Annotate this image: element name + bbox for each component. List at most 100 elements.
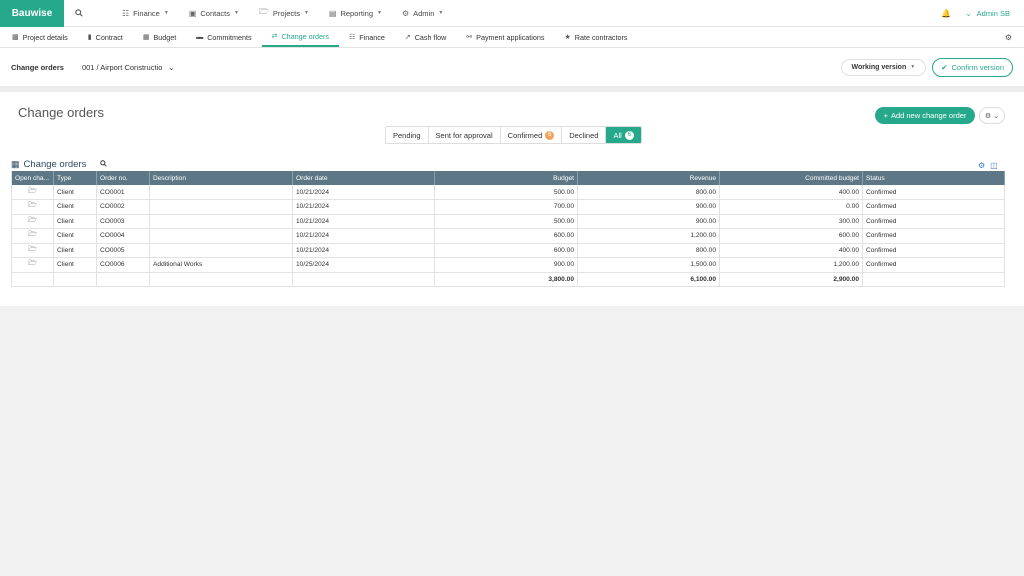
col-description[interactable]: Description bbox=[149, 171, 293, 185]
tab-label: Project details bbox=[22, 32, 68, 42]
open-folder-icon[interactable]: 🗁 bbox=[11, 257, 54, 273]
open-folder-icon[interactable]: 🗁 bbox=[11, 228, 54, 244]
book-icon: ☷ bbox=[349, 34, 356, 41]
col-revenue[interactable]: Revenue bbox=[577, 171, 720, 185]
caret-down-icon: ▼ bbox=[233, 10, 239, 16]
add-button-label: Add new change order bbox=[890, 111, 967, 120]
cell-type: Client bbox=[53, 214, 97, 229]
count-badge: 6 bbox=[545, 130, 555, 140]
filter-declined[interactable]: Declined bbox=[562, 127, 607, 143]
tab-label: Payment applications bbox=[476, 32, 545, 42]
settings-gear-icon[interactable]: ⚙ bbox=[993, 27, 1024, 47]
chevron-down-icon: ⌄ bbox=[168, 62, 175, 72]
user-menu[interactable]: ⌄ Admin SB bbox=[965, 9, 1010, 18]
tab-cash-flow[interactable]: ↗ Cash flow bbox=[395, 27, 456, 47]
total-revenue: 6,100.00 bbox=[577, 271, 720, 287]
empty-cell bbox=[862, 271, 1005, 287]
tab-rate-contractors[interactable]: ★ Rate contractors bbox=[555, 27, 638, 47]
inbox-icon: ▬ bbox=[196, 33, 204, 41]
cell-status: Confirmed bbox=[862, 185, 1005, 200]
filter-all[interactable]: All 6 bbox=[606, 127, 641, 143]
brand-logo[interactable]: Bauwise bbox=[0, 0, 64, 27]
cell-revenue: 1,500.00 bbox=[577, 257, 720, 273]
tab-payment-applications[interactable]: ⚯ Payment applications bbox=[456, 27, 554, 47]
tab-label: Change orders bbox=[281, 31, 329, 41]
search-icon[interactable] bbox=[100, 160, 108, 169]
confirm-label: Confirm version bbox=[951, 62, 1004, 72]
change-orders-table: Open cha... Type Order no. Description O… bbox=[11, 171, 1005, 287]
table-row[interactable]: 🗁 Client CO0002 10/21/2024 700.00 900.00… bbox=[11, 199, 1005, 215]
nav-contacts[interactable]: ▣ Contacts ▼ bbox=[179, 0, 249, 27]
cell-description bbox=[149, 228, 293, 244]
confirm-version-button[interactable]: ✔ Confirm version bbox=[932, 57, 1013, 77]
cell-order-no: CO0006 bbox=[96, 257, 150, 273]
cell-status: Confirmed bbox=[862, 199, 1005, 215]
empty-cell bbox=[149, 271, 293, 287]
tab-label: Finance bbox=[359, 32, 385, 42]
col-status[interactable]: Status bbox=[862, 171, 1005, 185]
project-selector[interactable]: 001 / Airport Constructio ⌄ bbox=[82, 63, 175, 72]
nav-projects[interactable]: 🗁 Projects ▼ bbox=[249, 0, 319, 27]
tab-commitments[interactable]: ▬ Commitments bbox=[186, 27, 261, 47]
bell-icon[interactable]: 🔔 bbox=[941, 9, 951, 18]
empty-cell bbox=[11, 271, 54, 287]
cell-type: Client bbox=[53, 185, 97, 200]
open-folder-icon[interactable]: 🗁 bbox=[11, 185, 54, 200]
col-budget[interactable]: Budget bbox=[434, 171, 578, 185]
version-dropdown[interactable]: Working version ▼ bbox=[840, 58, 927, 76]
open-folder-icon[interactable]: 🗁 bbox=[11, 214, 54, 229]
add-change-order-button[interactable]: + Add new change order bbox=[875, 107, 975, 124]
col-order-date[interactable]: Order date bbox=[292, 171, 435, 185]
open-folder-icon[interactable]: 🗁 bbox=[11, 199, 54, 215]
filter-pending[interactable]: Pending bbox=[386, 127, 429, 143]
cell-date: 10/25/2024 bbox=[292, 257, 435, 273]
search-icon[interactable] bbox=[64, 9, 94, 17]
table-row[interactable]: 🗁 Client CO0006 Additional Works 10/25/2… bbox=[11, 257, 1005, 273]
header-actions: Working version ▼ ✔ Confirm version bbox=[840, 57, 1024, 77]
col-committed-budget[interactable]: Committed budget bbox=[719, 171, 863, 185]
cell-date: 10/21/2024 bbox=[292, 228, 435, 244]
empty-cell bbox=[96, 271, 150, 287]
tab-label: Contract bbox=[95, 32, 123, 42]
table-row[interactable]: 🗁 Client CO0005 10/21/2024 600.00 800.00… bbox=[11, 243, 1005, 258]
nav-reporting[interactable]: ▤ Reporting ▼ bbox=[319, 0, 392, 27]
gear-icon: ⚙ bbox=[401, 8, 410, 18]
check-icon: ✔ bbox=[941, 62, 948, 72]
nav-admin[interactable]: ⚙ Admin ▼ bbox=[392, 0, 453, 27]
open-folder-icon[interactable]: 🗁 bbox=[11, 243, 54, 258]
nav-reporting-label: Reporting bbox=[340, 8, 373, 18]
tab-contract[interactable]: ▮ Contract bbox=[78, 27, 133, 47]
options-gear-button[interactable]: ⚙ ⌄ bbox=[979, 107, 1005, 124]
cell-budget: 700.00 bbox=[434, 199, 578, 215]
col-order-no[interactable]: Order no. bbox=[96, 171, 150, 185]
table-row[interactable]: 🗁 Client CO0003 10/21/2024 500.00 900.00… bbox=[11, 214, 1005, 229]
grid-title-label: Change orders bbox=[23, 159, 87, 170]
grid-tools: ⚙ ◫ bbox=[978, 161, 998, 170]
project-subnav: ▩ Project details ▮ Contract ▦ Budget ▬ … bbox=[0, 27, 1024, 48]
cell-description: Additional Works bbox=[149, 257, 293, 273]
monitor-icon: ▩ bbox=[12, 34, 19, 41]
cell-status: Confirmed bbox=[862, 228, 1005, 244]
tab-change-orders[interactable]: ⇄ Change orders bbox=[261, 27, 339, 47]
tab-finance[interactable]: ☷ Finance bbox=[339, 27, 395, 47]
filter-label: Pending bbox=[393, 130, 421, 140]
cell-committed: 1,200.00 bbox=[719, 257, 863, 273]
bookmark-icon: ▮ bbox=[87, 34, 92, 41]
cell-status: Confirmed bbox=[862, 243, 1005, 258]
cell-committed: 0.00 bbox=[719, 199, 863, 215]
nav-finance[interactable]: ☷ Finance ▼ bbox=[112, 0, 179, 27]
cell-budget: 500.00 bbox=[434, 214, 578, 229]
table-row[interactable]: 🗁 Client CO0004 10/21/2024 600.00 1,200.… bbox=[11, 228, 1005, 244]
tab-project-details[interactable]: ▩ Project details bbox=[2, 27, 78, 47]
filter-label: Sent for approval bbox=[435, 130, 493, 140]
tab-budget[interactable]: ▦ Budget bbox=[133, 27, 186, 47]
col-type[interactable]: Type bbox=[53, 171, 97, 185]
filter-sent-for-approval[interactable]: Sent for approval bbox=[428, 127, 501, 143]
filter-confirmed[interactable]: Confirmed 6 bbox=[500, 127, 563, 143]
contacts-icon: ▣ bbox=[188, 8, 197, 18]
table-row[interactable]: 🗁 Client CO0001 10/21/2024 500.00 800.00… bbox=[11, 185, 1005, 200]
columns-icon[interactable]: ◫ bbox=[990, 161, 998, 170]
tab-label: Budget bbox=[153, 32, 177, 42]
col-open[interactable]: Open cha... bbox=[11, 171, 54, 185]
settings-icon[interactable]: ⚙ bbox=[978, 161, 985, 170]
